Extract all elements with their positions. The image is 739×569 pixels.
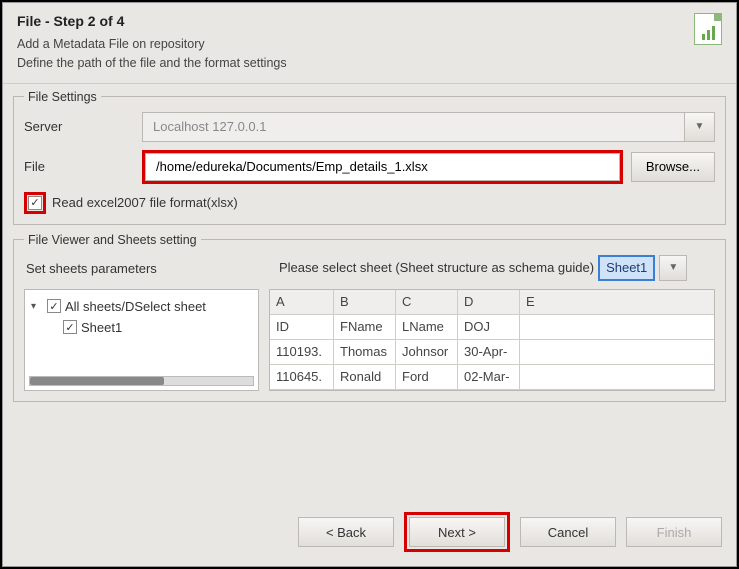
tree-child-row[interactable]: ✓ Sheet1 [31,317,252,338]
cell: Ford [396,365,458,389]
file-settings-legend: File Settings [24,90,101,104]
horizontal-scrollbar[interactable] [29,376,254,386]
cell: Johnsor [396,340,458,364]
cell: 30-Apr- [458,340,520,364]
cell [520,340,714,364]
tree-expand-icon[interactable]: ▾ [31,301,43,312]
table-row[interactable]: ID FName LName DOJ [270,315,714,340]
col-header[interactable]: E [520,290,714,314]
file-path-highlight [142,150,623,184]
xlsx-checkbox-label: Read excel2007 file format(xlsx) [52,195,238,210]
cell: 110193. [270,340,334,364]
file-viewer-legend: File Viewer and Sheets setting [24,233,201,247]
wizard-button-bar: < Back Next > Cancel Finish [298,512,722,552]
table-header-row: A B C D E [270,290,714,315]
cell: ID [270,315,334,339]
tree-child-checkbox[interactable]: ✓ [63,320,77,334]
file-viewer-group: File Viewer and Sheets setting Set sheet… [13,233,726,402]
sheet-select[interactable]: Sheet1 [598,255,655,281]
sheet-tree[interactable]: ▾ ✓ All sheets/DSelect sheet ✓ Sheet1 [24,289,259,391]
browse-button[interactable]: Browse... [631,152,715,182]
header: File - Step 2 of 4 Add a Metadata File o… [3,3,736,81]
col-header[interactable]: D [458,290,520,314]
col-header[interactable]: B [334,290,396,314]
server-select[interactable]: Localhost 127.0.0.1 ▼ [142,112,715,142]
table-row[interactable]: 110645. Ronald Ford 02-Mar- [270,365,714,390]
subtitle-line-2: Define the path of the file and the form… [17,54,722,73]
chevron-down-icon[interactable]: ▼ [685,112,715,142]
wizard-window: File - Step 2 of 4 Add a Metadata File o… [2,2,737,567]
col-header[interactable]: C [396,290,458,314]
file-label: File [24,159,134,174]
cell: 02-Mar- [458,365,520,389]
cell: Ronald [334,365,396,389]
cell: 110645. [270,365,334,389]
window-title: File - Step 2 of 4 [17,13,722,29]
tree-root-label: All sheets/DSelect sheet [65,299,206,314]
scrollbar-thumb[interactable] [30,377,164,385]
file-settings-group: File Settings Server Localhost 127.0.0.1… [13,90,726,225]
cell: FName [334,315,396,339]
file-path-input[interactable] [145,153,620,181]
server-select-value: Localhost 127.0.0.1 [142,112,685,142]
chevron-down-icon[interactable]: ▼ [659,255,687,281]
spreadsheet-file-icon [694,13,722,45]
cell: DOJ [458,315,520,339]
back-button[interactable]: < Back [298,517,394,547]
set-sheets-params-label: Set sheets parameters [26,261,259,276]
cancel-button[interactable]: Cancel [520,517,616,547]
next-button-highlight: Next > [404,512,510,552]
subtitle-line-1: Add a Metadata File on repository [17,35,722,54]
cell: LName [396,315,458,339]
server-label: Server [24,119,134,134]
next-button[interactable]: Next > [409,517,505,547]
cell: Thomas [334,340,396,364]
header-divider [3,83,736,84]
tree-root-row[interactable]: ▾ ✓ All sheets/DSelect sheet [31,296,252,317]
table-row[interactable]: 110193. Thomas Johnsor 30-Apr- [270,340,714,365]
cell [520,365,714,389]
tree-child-label: Sheet1 [81,320,122,335]
finish-button: Finish [626,517,722,547]
tree-root-checkbox[interactable]: ✓ [47,299,61,313]
col-header[interactable]: A [270,290,334,314]
xlsx-checkbox[interactable]: ✓ [28,196,42,210]
select-sheet-label: Please select sheet (Sheet structure as … [279,260,594,275]
cell [520,315,714,339]
xlsx-checkbox-highlight: ✓ [24,192,46,214]
preview-grid[interactable]: A B C D E ID FName LName DOJ 110193. Tho… [269,289,715,391]
